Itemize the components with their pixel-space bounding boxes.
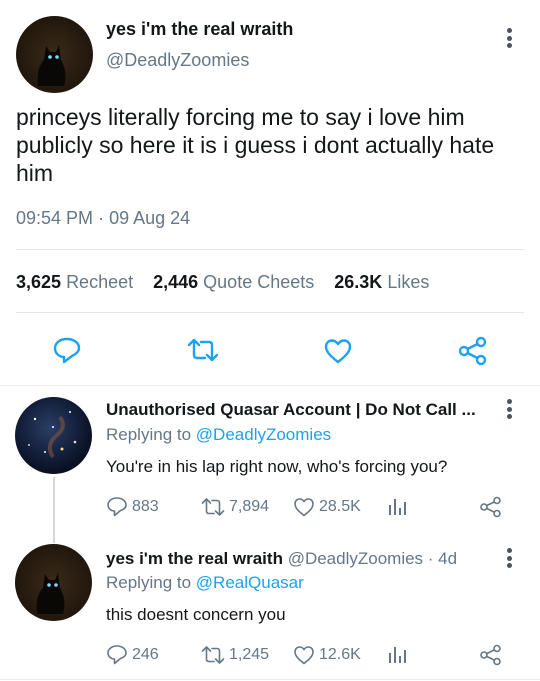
thread-connector — [53, 477, 55, 543]
divider — [16, 312, 524, 313]
retweet-stat[interactable]: 3,625 Recheet — [16, 272, 133, 293]
tweet-text: princeys literally forcing me to say i l… — [16, 104, 495, 186]
replying-to-link[interactable]: @RealQuasar — [196, 573, 304, 592]
divider — [16, 249, 524, 250]
reply-text: this doesnt concern you — [106, 605, 286, 624]
retweet-count: 7,894 — [229, 498, 270, 515]
heart-icon[interactable] — [323, 337, 353, 365]
replying-to: Replying to @DeadlyZoomies — [106, 425, 332, 444]
reply-icon[interactable]: 246 — [106, 644, 159, 666]
cat-avatar-image — [16, 16, 93, 93]
retweet-icon[interactable]: 1,245 — [201, 645, 269, 665]
reply-author-name[interactable]: yes i'm the real wraith — [106, 549, 283, 568]
tweet-timestamp: 09:54 PM · 09 Aug 24 — [16, 208, 190, 229]
tweet-stats: 3,625 Recheet 2,446 Quote Cheets 26.3K L… — [16, 272, 449, 293]
reply-author-line: yes i'm the real wraith @DeadlyZoomies ·… — [106, 549, 457, 569]
tweet-time: 09:54 PM — [16, 208, 94, 228]
author-handle[interactable]: @DeadlyZoomies — [106, 50, 249, 71]
quote-stat[interactable]: 2,446 Quote Cheets — [153, 272, 314, 293]
reply-avatar[interactable] — [15, 397, 92, 474]
timestamp-separator: · — [98, 208, 105, 228]
reply-count: 883 — [132, 498, 159, 515]
reply-icon[interactable]: 883 — [106, 496, 159, 518]
reply-count: 246 — [132, 646, 159, 663]
reply-icon[interactable] — [52, 336, 82, 364]
tweet-date: 09 Aug 24 — [109, 208, 191, 228]
heart-icon[interactable]: 28.5K — [293, 496, 361, 518]
divider — [0, 679, 540, 680]
replying-to-link[interactable]: @DeadlyZoomies — [196, 425, 331, 444]
retweet-icon[interactable] — [187, 338, 219, 362]
retweet-icon[interactable]: 7,894 — [201, 497, 269, 517]
more-options-icon[interactable] — [499, 26, 519, 50]
reply-author-handle[interactable]: @DeadlyZoomies · 4d — [288, 549, 457, 568]
heart-icon[interactable]: 12.6K — [293, 644, 361, 666]
stats-icon[interactable] — [387, 497, 409, 517]
share-icon[interactable] — [479, 496, 503, 518]
reply-text: You're in his lap right now, who's forci… — [106, 457, 448, 476]
reply-author-name[interactable]: Unauthorised Quasar Account | Do Not Cal… — [106, 400, 476, 420]
share-icon[interactable] — [457, 336, 489, 366]
share-icon[interactable] — [479, 644, 503, 666]
divider — [0, 385, 540, 386]
galaxy-avatar-image — [15, 397, 92, 474]
likes-stat[interactable]: 26.3K Likes — [334, 272, 429, 293]
more-options-icon[interactable] — [499, 546, 519, 570]
reply-avatar[interactable] — [15, 544, 92, 621]
retweet-count: 1,245 — [229, 646, 270, 663]
like-count: 28.5K — [319, 498, 361, 515]
cat-avatar-image — [15, 544, 92, 621]
more-options-icon[interactable] — [499, 397, 519, 421]
author-name[interactable]: yes i'm the real wraith — [106, 19, 293, 40]
stats-icon[interactable] — [387, 645, 409, 665]
replying-to: Replying to @RealQuasar — [106, 573, 304, 592]
author-avatar[interactable] — [16, 16, 93, 93]
like-count: 12.6K — [319, 646, 361, 663]
